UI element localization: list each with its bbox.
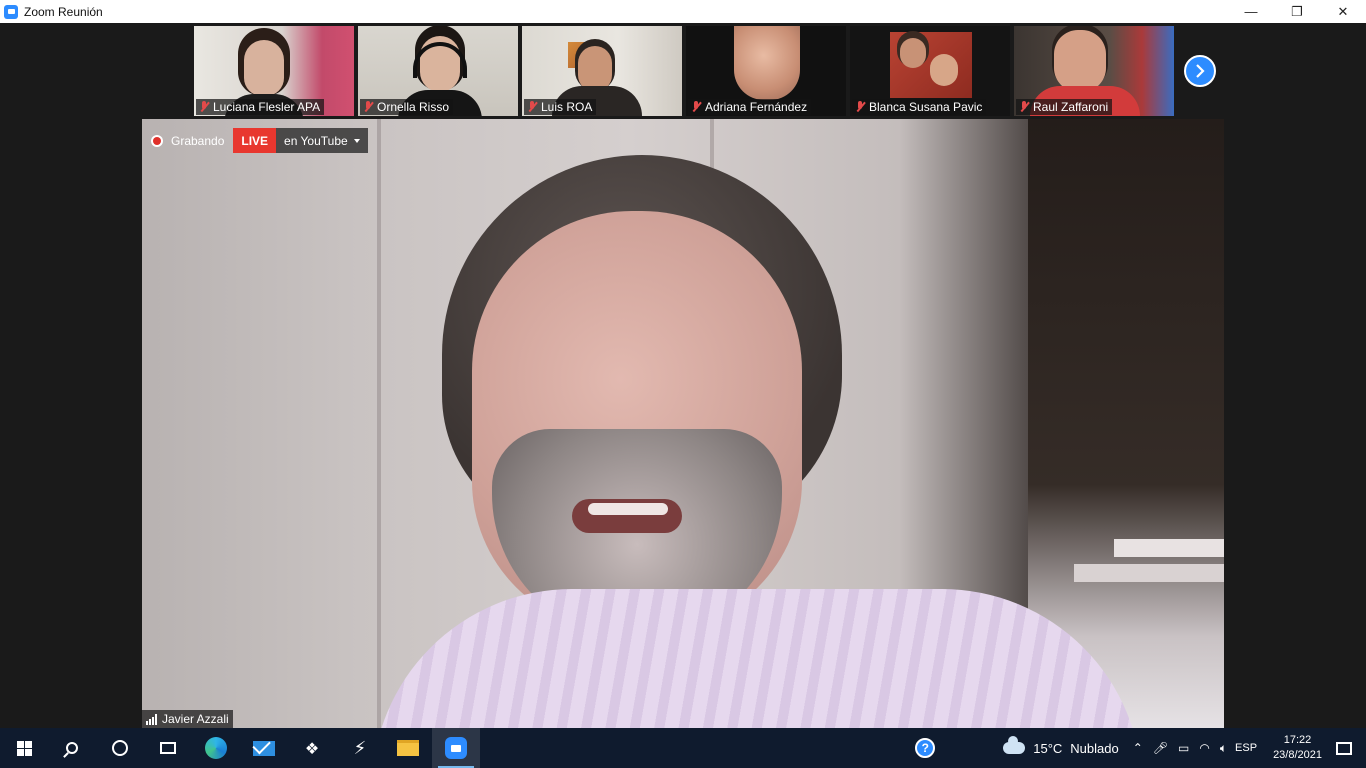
participant-name: Ornella Risso xyxy=(377,100,450,114)
speaker-name: Javier Azzali xyxy=(162,712,229,726)
notifications-icon[interactable] xyxy=(1336,741,1352,755)
volume-icon[interactable]: 🔈︎ xyxy=(1220,741,1227,756)
wifi-icon[interactable]: ◠ xyxy=(1199,741,1209,755)
folder-icon xyxy=(397,740,419,756)
participant-name: Blanca Susana Pavic xyxy=(869,100,983,114)
participant-namebar: Blanca Susana Pavic xyxy=(852,99,987,115)
microphone-icon[interactable]: 🎤︎ xyxy=(1153,741,1168,755)
meeting-area: Luciana Flesler APA Ornella Risso Luis R… xyxy=(0,23,1366,728)
muted-mic-icon xyxy=(855,101,865,113)
participant-name: Raul Zaffaroni xyxy=(1033,100,1109,114)
search-icon xyxy=(66,742,78,754)
live-target-label: en YouTube xyxy=(284,133,348,148)
dropbox-icon: ❖ xyxy=(304,738,320,758)
clock-time: 17:22 xyxy=(1283,734,1312,746)
taskbar-app-mail[interactable] xyxy=(240,728,288,768)
task-view-icon xyxy=(160,742,176,754)
participant-namebar: Adriana Fernández xyxy=(688,99,812,115)
live-badge: LIVE xyxy=(233,128,277,153)
participant-name: Luciana Flesler APA xyxy=(213,100,321,114)
next-participants-button[interactable] xyxy=(1184,55,1216,87)
participant-strip: Luciana Flesler APA Ornella Risso Luis R… xyxy=(194,26,1174,116)
book xyxy=(1074,564,1224,582)
windows-logo-icon xyxy=(16,740,32,756)
edge-icon xyxy=(205,737,227,759)
taskbar-search-button[interactable] xyxy=(48,728,96,768)
taskbar-clock[interactable]: 17:22 23/8/2021 xyxy=(1273,733,1322,763)
input-language[interactable]: ESP xyxy=(1235,742,1257,754)
speaker-shirt xyxy=(372,589,1142,728)
windows-taskbar: ❖ ⚡ ? 15°C Nublado ⌃ 🎤︎ ▭ ◠ 🔈︎ ESP 17:22… xyxy=(0,728,1366,768)
participant-tile[interactable]: Ornella Risso xyxy=(358,26,518,116)
help-icon[interactable]: ? xyxy=(915,738,936,758)
tray-icons: ⌃ 🎤︎ ▭ ◠ 🔈︎ xyxy=(1133,741,1227,756)
recording-bar: Grabando LIVE en YouTube xyxy=(151,128,368,153)
taskbar-app-zoom[interactable] xyxy=(432,728,480,768)
window-titlebar: Zoom Reunión — ❐ ✕ xyxy=(0,0,1366,23)
weather-temperature: 15°C xyxy=(1033,740,1063,756)
chevron-up-icon[interactable]: ⌃ xyxy=(1133,741,1143,755)
window-title: Zoom Reunión xyxy=(24,4,103,19)
participant-namebar: Luciana Flesler APA xyxy=(196,99,325,115)
book xyxy=(1114,539,1224,557)
zoom-icon xyxy=(445,737,467,759)
participant-tile[interactable]: Blanca Susana Pavic xyxy=(850,26,1010,116)
battery-icon[interactable]: ▭ xyxy=(1178,741,1189,755)
recording-icon xyxy=(151,134,163,147)
muted-mic-icon xyxy=(691,101,701,113)
taskbar-app-bolt[interactable]: ⚡ xyxy=(336,728,384,768)
weather-condition: Nublado xyxy=(1070,740,1119,756)
zoom-app-icon xyxy=(4,4,18,19)
participant-name: Luis ROA xyxy=(541,100,593,114)
participant-name: Adriana Fernández xyxy=(705,100,808,114)
live-stream-dropdown[interactable]: en YouTube xyxy=(276,128,368,153)
muted-mic-icon xyxy=(527,101,537,113)
start-button[interactable] xyxy=(0,728,48,768)
mail-icon xyxy=(253,740,275,756)
muted-mic-icon xyxy=(363,101,373,113)
restore-button[interactable]: ❐ xyxy=(1274,0,1320,23)
task-view-button[interactable] xyxy=(144,728,192,768)
caret-down-icon xyxy=(353,138,360,143)
cloud-icon xyxy=(1003,736,1026,754)
connection-signal-icon xyxy=(146,713,157,725)
participant-tile[interactable]: Luciana Flesler APA xyxy=(194,26,354,116)
minimize-button[interactable]: — xyxy=(1228,0,1274,23)
participant-tile[interactable]: Adriana Fernández xyxy=(686,26,846,116)
window-controls: — ❐ ✕ xyxy=(1228,0,1366,23)
taskbar-app-dropbox[interactable]: ❖ xyxy=(288,728,336,768)
muted-mic-icon xyxy=(1019,101,1029,113)
weather-widget[interactable]: 15°C Nublado xyxy=(1003,736,1119,756)
muted-mic-icon xyxy=(199,101,209,113)
wall-seam xyxy=(377,119,381,728)
participant-namebar: Luis ROA xyxy=(524,99,597,115)
participant-tile[interactable]: Luis ROA xyxy=(522,26,682,116)
taskbar-app-edge[interactable] xyxy=(192,728,240,768)
participant-namebar: Ornella Risso xyxy=(360,99,454,115)
recording-label: Grabando xyxy=(171,133,225,148)
cortana-button[interactable] xyxy=(96,728,144,768)
system-tray: ? 15°C Nublado ⌃ 🎤︎ ▭ ◠ 🔈︎ ESP 17:22 23/… xyxy=(915,728,1366,768)
chevron-right-icon xyxy=(1196,64,1205,78)
close-button[interactable]: ✕ xyxy=(1320,0,1366,23)
speaker-name-tag: Javier Azzali xyxy=(142,710,233,728)
cortana-icon xyxy=(112,740,128,756)
active-speaker-video: Grabando LIVE en YouTube Javier Azzali xyxy=(142,119,1224,728)
lightning-bolt-icon: ⚡ xyxy=(353,737,367,759)
participant-tile[interactable]: Raul Zaffaroni xyxy=(1014,26,1174,116)
taskbar-app-file-explorer[interactable] xyxy=(384,728,432,768)
participant-namebar: Raul Zaffaroni xyxy=(1016,99,1113,115)
clock-date: 23/8/2021 xyxy=(1273,749,1322,761)
speaker-teeth xyxy=(588,503,668,515)
